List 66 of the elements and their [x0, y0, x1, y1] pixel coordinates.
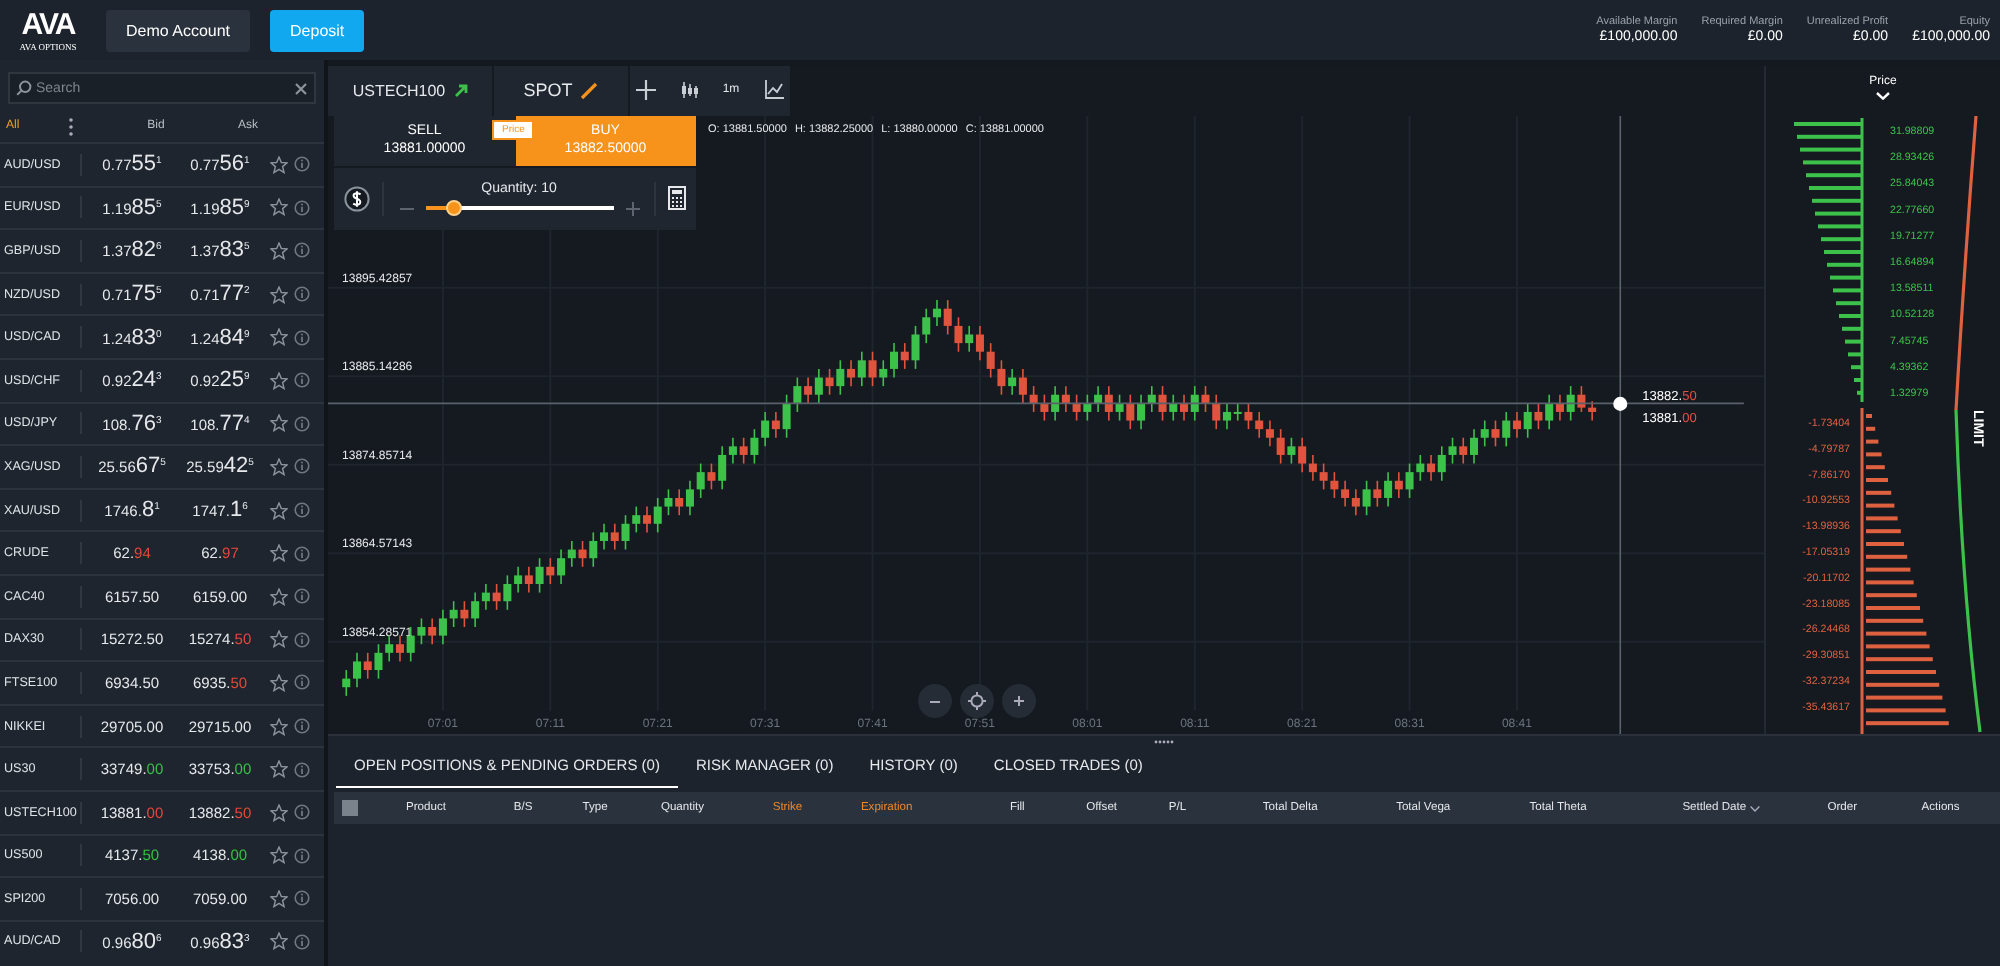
info-icon[interactable]: [294, 199, 310, 216]
star-icon[interactable]: [270, 932, 288, 951]
slider-thumb[interactable]: [445, 200, 462, 217]
star-icon[interactable]: [270, 371, 288, 390]
target-icon: [968, 692, 986, 710]
star-icon[interactable]: [270, 501, 288, 520]
info-icon[interactable]: [294, 890, 310, 907]
info-icon[interactable]: [294, 329, 310, 346]
plus-icon: [1014, 696, 1024, 706]
info-icon[interactable]: [294, 458, 310, 475]
crosshair-icon[interactable]: [636, 80, 657, 101]
quantity-slider[interactable]: [425, 206, 613, 211]
info-icon[interactable]: [294, 286, 310, 303]
sort-caret-icon[interactable]: [1750, 805, 1761, 811]
info-icon[interactable]: [294, 545, 310, 562]
info-icon[interactable]: [294, 804, 310, 821]
info-icon[interactable]: [294, 372, 310, 389]
mode-selector[interactable]: SPOT: [494, 66, 628, 116]
price-marker: [1613, 396, 1628, 411]
star-icon[interactable]: [270, 198, 288, 217]
star-icon[interactable]: [270, 889, 288, 908]
dollar-icon[interactable]: [344, 185, 370, 212]
star-icon[interactable]: [270, 846, 288, 865]
arrow-up-right-icon: [453, 83, 468, 98]
info-icon[interactable]: [294, 847, 310, 864]
info-icon[interactable]: [294, 631, 310, 648]
account-button[interactable]: Demo Account: [106, 9, 251, 51]
info-icon[interactable]: [294, 242, 310, 259]
info-icon[interactable]: [294, 718, 310, 735]
star-icon[interactable]: [270, 241, 288, 260]
star-icon[interactable]: [270, 457, 288, 476]
chevron-down-icon[interactable]: [1876, 92, 1890, 100]
minus-icon: [930, 699, 940, 703]
star-icon[interactable]: [270, 285, 288, 304]
info-icon[interactable]: [294, 674, 310, 691]
minus-icon[interactable]: [399, 205, 413, 212]
more-icon[interactable]: [68, 117, 74, 135]
search-icon: [16, 80, 32, 96]
star-icon[interactable]: [270, 673, 288, 692]
star-icon[interactable]: [270, 630, 288, 649]
candlestick-icon[interactable]: [680, 82, 699, 99]
recenter-button[interactable]: [960, 684, 994, 718]
drag-handle-icon[interactable]: [1153, 740, 1175, 744]
info-icon[interactable]: [294, 588, 310, 605]
star-icon[interactable]: [270, 587, 288, 606]
plus-icon[interactable]: [625, 201, 639, 216]
info-icon[interactable]: [294, 156, 310, 173]
close-icon[interactable]: [294, 81, 308, 95]
pencil-icon: [580, 81, 599, 100]
symbol-selector[interactable]: USTECH100: [328, 66, 492, 116]
star-icon[interactable]: [270, 328, 288, 347]
star-icon[interactable]: [270, 803, 288, 822]
info-icon[interactable]: [294, 761, 310, 778]
logo-text: AVA: [21, 9, 75, 39]
info-icon[interactable]: [294, 502, 310, 519]
zoom-in-button[interactable]: [1002, 684, 1036, 718]
star-icon[interactable]: [270, 414, 288, 433]
star-icon[interactable]: [270, 717, 288, 736]
info-icon[interactable]: [294, 933, 310, 950]
info-icon[interactable]: [294, 415, 310, 432]
calculator-icon[interactable]: [668, 186, 686, 211]
star-icon[interactable]: [270, 544, 288, 563]
checkbox[interactable]: [342, 800, 358, 816]
indicator-icon[interactable]: [763, 80, 784, 101]
star-icon[interactable]: [270, 155, 288, 174]
star-icon[interactable]: [270, 760, 288, 779]
